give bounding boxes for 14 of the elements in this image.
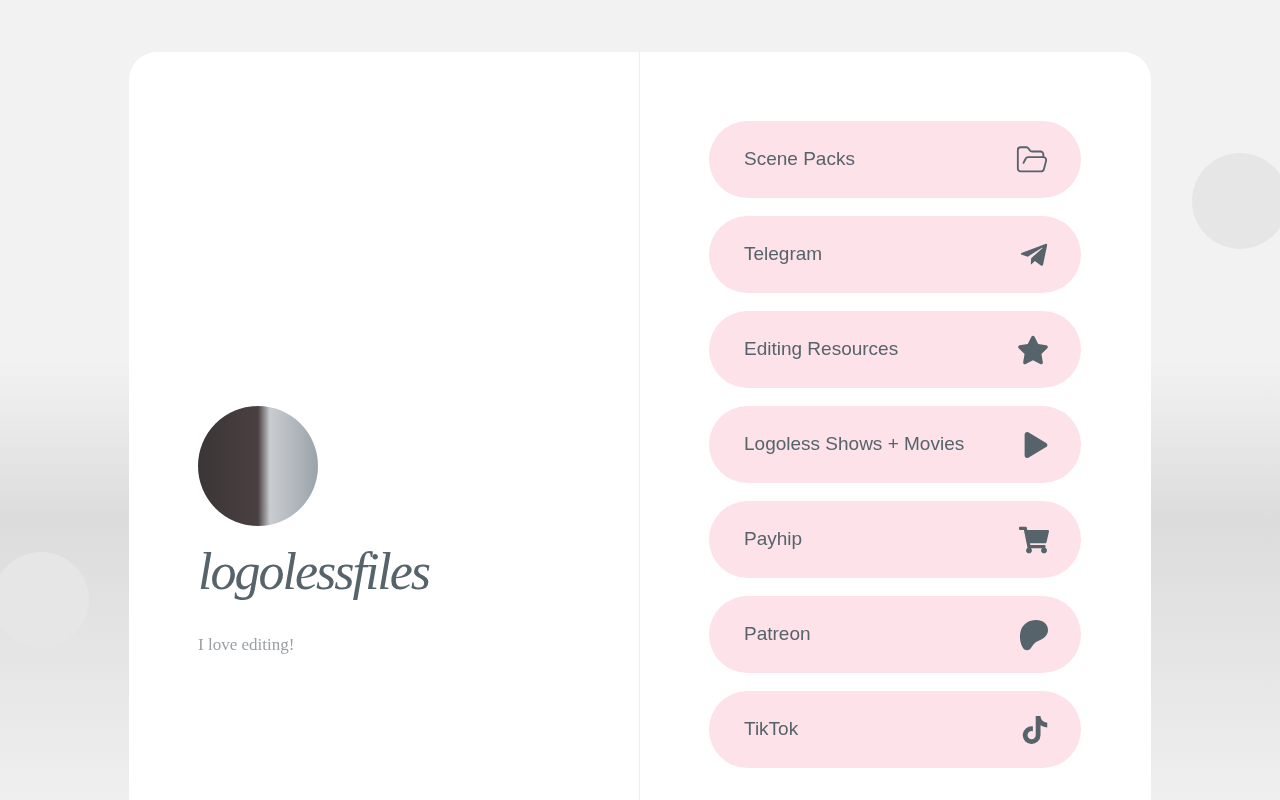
profile-bio: I love editing! [198,634,295,656]
link-button[interactable]: Payhip [709,501,1081,578]
blob-icon [1019,618,1049,651]
link-button[interactable]: Telegram [709,216,1081,293]
tiktok-icon [1021,715,1049,744]
link-button[interactable]: Logoless Shows + Movies [709,406,1081,483]
star-icon [1017,333,1049,366]
profile-name: logolessfiles [198,546,430,598]
link-button[interactable]: TikTok [709,691,1081,768]
cart-icon [1019,524,1049,555]
play-icon [1023,431,1049,458]
link-button[interactable]: Editing Resources [709,311,1081,388]
link-button[interactable]: Patreon [709,596,1081,673]
link-button[interactable]: Scene Packs [709,121,1081,198]
